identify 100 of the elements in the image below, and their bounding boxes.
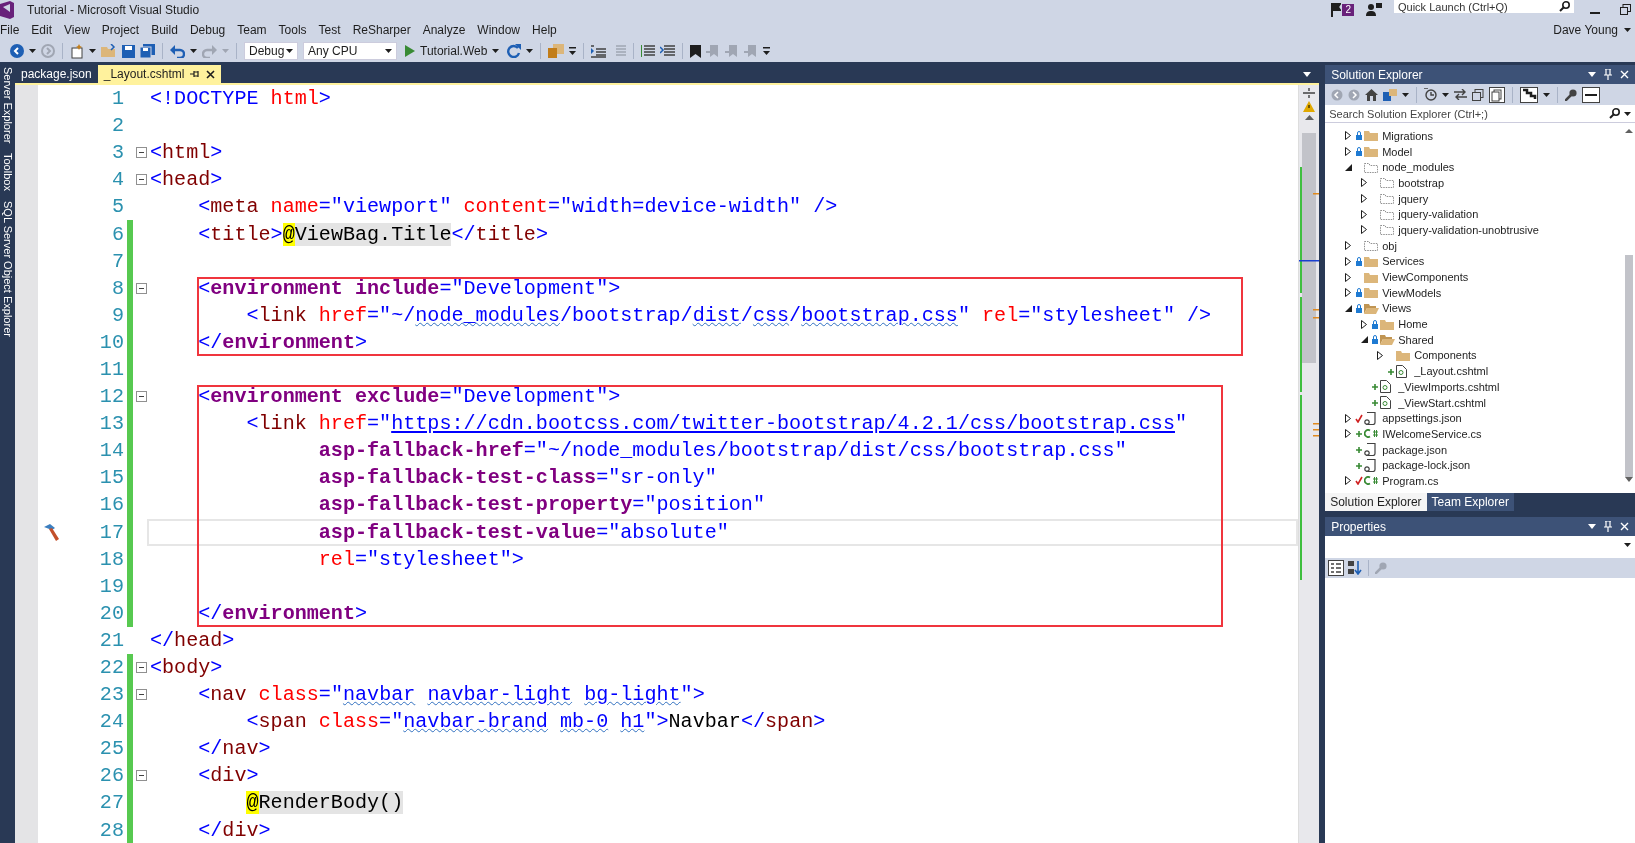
collapse-icon[interactable] — [136, 174, 147, 186]
properties-icon[interactable] — [1565, 88, 1578, 101]
pending-changes-icon[interactable] — [1582, 86, 1601, 103]
collapsed-arrow-icon[interactable] — [1345, 131, 1352, 141]
open-folder-icon[interactable] — [101, 44, 117, 58]
collapse-icon[interactable] — [136, 391, 147, 403]
collapsed-arrow-icon[interactable] — [1345, 272, 1352, 282]
collapsed-arrow-icon[interactable] — [1361, 319, 1368, 329]
new-project-icon[interactable] — [70, 43, 84, 59]
menu-item[interactable]: Tools — [274, 22, 315, 37]
tree-item[interactable]: jquery-validation-unobtrusive — [1325, 222, 1623, 238]
tree-item[interactable]: Views — [1325, 300, 1623, 317]
caret-icon[interactable] — [89, 49, 96, 53]
collapse-icon[interactable] — [136, 282, 147, 294]
menu-item[interactable]: Project — [97, 22, 148, 37]
collapse-icon[interactable] — [136, 770, 147, 782]
collapsed-arrow-icon[interactable] — [1345, 241, 1352, 251]
caret-icon[interactable] — [29, 49, 36, 53]
tree-item[interactable]: Shared — [1325, 331, 1623, 348]
feedback-icon[interactable] — [1366, 2, 1382, 17]
collapsed-arrow-icon[interactable] — [1345, 429, 1352, 439]
bookmark-icon[interactable] — [690, 44, 702, 58]
tree-item[interactable]: Model — [1325, 143, 1623, 160]
caret-icon[interactable] — [1402, 92, 1410, 97]
dropdown-icon[interactable] — [1588, 524, 1596, 529]
tree-item[interactable]: bootstrap — [1325, 175, 1623, 191]
collapse-icon[interactable] — [136, 662, 147, 673]
panel-tab[interactable]: Solution Explorer — [1325, 493, 1427, 511]
collapsed-arrow-icon[interactable] — [1361, 194, 1368, 204]
tree-item[interactable]: Services — [1325, 253, 1623, 270]
collapsed-arrow-icon[interactable] — [1345, 413, 1352, 423]
dropdown-icon[interactable] — [1588, 72, 1596, 77]
document-tab[interactable]: _Layout.cshtml — [97, 65, 222, 83]
restore-icon[interactable] — [1620, 4, 1631, 15]
tree-item[interactable]: ViewModels — [1325, 284, 1623, 301]
user-name[interactable]: Dave Young — [1553, 22, 1618, 37]
expanded-arrow-icon[interactable] — [1345, 304, 1353, 312]
collapsed-arrow-icon[interactable] — [1345, 147, 1352, 157]
pin-icon[interactable] — [1604, 69, 1612, 80]
save-all-icon[interactable] — [140, 44, 155, 58]
tree-item[interactable]: jquery-validation — [1325, 206, 1623, 223]
collapsed-arrow-icon[interactable] — [1361, 209, 1368, 219]
uncomment-icon[interactable] — [660, 45, 676, 57]
collapsed-arrow-icon[interactable] — [1361, 225, 1368, 235]
collapse-all-icon[interactable] — [1472, 88, 1485, 101]
collapse-icon[interactable] — [136, 147, 147, 159]
caret-icon[interactable] — [1624, 111, 1631, 116]
caret-icon[interactable] — [1624, 543, 1631, 547]
home-icon[interactable] — [1365, 88, 1379, 101]
sync-icon[interactable] — [1383, 88, 1398, 101]
overflow-icon[interactable] — [569, 47, 577, 55]
indent-icon[interactable] — [591, 44, 607, 58]
quick-launch-field[interactable]: Quick Launch (Ctrl+Q) — [1394, 0, 1574, 13]
back-icon[interactable] — [10, 44, 24, 58]
tree-item[interactable]: ViewComponents — [1325, 269, 1623, 285]
flag-icon[interactable] — [1331, 2, 1342, 17]
tree-item[interactable]: node_modules — [1325, 159, 1623, 176]
menu-item[interactable]: Debug — [185, 22, 234, 37]
alphabetical-icon[interactable] — [1348, 561, 1363, 575]
caret-icon[interactable] — [1442, 92, 1450, 97]
tab-list-icon[interactable] — [1303, 72, 1312, 77]
tree-item[interactable]: Migrations — [1325, 128, 1623, 144]
overflow-icon[interactable] — [763, 47, 771, 55]
start-button[interactable]: Tutorial.Web — [402, 44, 503, 58]
caret-icon[interactable] — [492, 49, 500, 53]
caret-icon[interactable] — [286, 49, 293, 53]
menu-item[interactable]: Help — [528, 22, 565, 37]
collapsed-arrow-icon[interactable] — [1345, 476, 1352, 486]
split-icon[interactable] — [1303, 88, 1316, 98]
tree-item[interactable]: package.json — [1325, 441, 1623, 458]
menu-item[interactable]: Team — [233, 22, 275, 37]
pin-icon[interactable] — [1604, 521, 1612, 532]
tree-item[interactable]: _ViewStart.cshtml — [1325, 394, 1623, 411]
caret-icon[interactable] — [1543, 92, 1551, 97]
menu-item[interactable]: Analyze — [418, 22, 474, 37]
undo-icon[interactable] — [170, 44, 185, 58]
expanded-arrow-icon[interactable] — [1361, 336, 1369, 344]
collapse-icon[interactable] — [136, 689, 147, 701]
save-icon[interactable] — [122, 44, 135, 58]
scroll-up-icon[interactable] — [1304, 115, 1314, 120]
menu-item[interactable]: Build — [147, 22, 186, 37]
tree-item[interactable]: IWelcomeService.cs — [1325, 426, 1623, 442]
side-tab[interactable]: Toolbox — [0, 153, 15, 192]
menu-item[interactable]: File — [0, 22, 28, 37]
caret-icon[interactable] — [1624, 27, 1631, 32]
platform-dropdown[interactable]: Any CPU — [303, 42, 397, 60]
menu-item[interactable]: ReSharper — [348, 22, 419, 37]
side-tab[interactable]: Server Explorer — [0, 67, 15, 144]
tree-item[interactable]: Program.cs — [1325, 473, 1623, 489]
comment-icon[interactable] — [641, 45, 656, 57]
tree-item[interactable]: _Layout.cshtml — [1325, 363, 1623, 379]
collapsed-arrow-icon[interactable] — [1345, 256, 1352, 266]
caret-icon[interactable] — [190, 49, 197, 53]
tree-item[interactable]: _ViewImports.cshtml — [1325, 379, 1623, 395]
document-tab[interactable]: package.json — [15, 65, 98, 83]
history-icon[interactable] — [1424, 88, 1438, 101]
tree-item[interactable]: Components — [1325, 347, 1623, 364]
side-tab[interactable]: SQL Server Object Explorer — [0, 201, 15, 338]
pin-icon[interactable] — [190, 70, 201, 78]
expanded-arrow-icon[interactable] — [1345, 163, 1353, 171]
